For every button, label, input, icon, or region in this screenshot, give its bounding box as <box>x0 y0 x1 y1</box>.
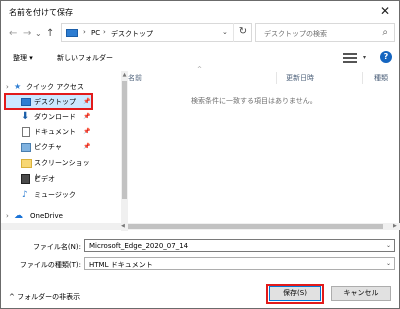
column-divider[interactable] <box>276 72 277 84</box>
help-icon[interactable]: ? <box>380 51 392 63</box>
filename-label: ファイル名(N): <box>32 243 81 251</box>
cancel-button[interactable]: キャンセル <box>331 286 391 301</box>
sidebar-item-label: ミュージック <box>34 191 76 199</box>
search-placeholder: デスクトップの検索 <box>264 30 327 38</box>
search-input[interactable]: デスクトップの検索 ⌕ <box>255 23 395 42</box>
empty-message: 検索条件に一致する項目はありません。 <box>191 97 317 105</box>
filetype-dropdown-icon[interactable]: ⌄ <box>386 260 391 267</box>
file-list[interactable]: 名前 更新日時 種類 <box>128 71 399 231</box>
download-icon: ⬇ <box>21 111 30 122</box>
expand-icon[interactable]: › <box>6 209 9 223</box>
save-button[interactable]: 保存(S) <box>269 286 321 301</box>
title-bar: 名前を付けて保存 ✕ <box>1 1 399 23</box>
sidebar-item-downloads[interactable]: ⬇ ダウンロード 📌 <box>19 110 94 124</box>
pin-icon[interactable]: 📌 <box>83 95 90 109</box>
folder-icon <box>21 159 32 168</box>
scroll-up-icon[interactable]: ▲ <box>121 72 128 78</box>
breadcrumb-pc[interactable]: PC <box>91 29 100 37</box>
pin-icon[interactable]: 📌 <box>83 110 90 124</box>
horizontal-scrollbar[interactable]: ◀ ▶ <box>1 223 400 230</box>
sidebar-item-screenshots[interactable]: スクリーンショット <box>19 156 94 181</box>
sidebar-item-onedrive[interactable]: › ☁ OneDrive <box>6 209 116 223</box>
save-as-dialog: 名前を付けて保存 ✕ ← → ⌄ ↑ › PC › デスクトップ ⌄ ↻ デスク… <box>0 0 400 309</box>
sidebar-item-label: ダウンロード <box>34 113 76 121</box>
close-icon[interactable]: ✕ <box>371 1 399 22</box>
sidebar-item-label: ビデオ <box>34 175 55 183</box>
sort-arrow-icon: ^ <box>197 66 203 73</box>
breadcrumb-desktop[interactable]: デスクトップ <box>111 29 153 39</box>
column-header-type[interactable]: 種類 <box>374 71 388 85</box>
organize-button[interactable]: 整理 ▾ <box>13 53 33 63</box>
sidebar-item-quick-access[interactable]: › ★ クイック アクセス <box>6 80 116 94</box>
up-icon[interactable]: ↑ <box>46 27 54 41</box>
video-icon <box>21 174 30 184</box>
search-icon: ⌕ <box>382 27 388 38</box>
sidebar-item-label: クイック アクセス <box>26 83 84 91</box>
window-title: 名前を付けて保存 <box>9 8 73 17</box>
new-folder-button[interactable]: 新しいフォルダー <box>57 53 113 63</box>
filename-value: Microsoft_Edge_2020_07_14 <box>89 242 189 250</box>
column-divider[interactable] <box>362 72 363 84</box>
sidebar-item-desktop[interactable]: デスクトップ 📌 <box>19 95 93 109</box>
filetype-select[interactable]: HTML ドキュメント ⌄ <box>84 257 395 270</box>
sidebar-item-label: ピクチャ <box>34 143 62 151</box>
forward-icon[interactable]: → <box>23 27 31 41</box>
sidebar-item-label: OneDrive <box>30 212 63 220</box>
hide-folders-toggle[interactable]: ^ フォルダーの非表示 <box>9 292 80 302</box>
cloud-icon: ☁ <box>14 211 23 221</box>
back-icon[interactable]: ← <box>9 27 17 41</box>
music-icon: ♪ <box>22 190 28 200</box>
sidebar-item-documents[interactable]: ドキュメント 📌 <box>19 125 94 139</box>
filetype-label: ファイルの種類(T): <box>19 261 81 269</box>
breadcrumb-separator-icon[interactable]: › <box>83 28 86 36</box>
filename-input[interactable]: Microsoft_Edge_2020_07_14 ⌄ <box>84 239 395 252</box>
filename-dropdown-icon[interactable]: ⌄ <box>386 242 391 249</box>
view-options-icon[interactable] <box>343 53 357 63</box>
desktop-icon <box>21 98 31 106</box>
column-header-name[interactable]: 名前 <box>128 71 142 85</box>
expand-icon[interactable]: › <box>6 80 9 94</box>
pin-icon[interactable]: 📌 <box>83 125 90 139</box>
sidebar-item-music[interactable]: ♪ ミュージック <box>19 188 94 202</box>
sidebar-item-label: ドキュメント <box>34 128 76 136</box>
sidebar-item-label: デスクトップ <box>34 98 76 106</box>
address-dropdown-icon[interactable]: ⌄ <box>222 28 228 36</box>
view-dropdown-icon[interactable]: ▾ <box>363 54 366 61</box>
scrollbar-thumb[interactable] <box>128 224 383 229</box>
column-header-modified[interactable]: 更新日時 <box>286 71 314 85</box>
address-bar[interactable]: › PC › デスクトップ ⌄ <box>61 23 252 42</box>
document-icon <box>22 127 30 137</box>
scroll-right-icon[interactable]: ▶ <box>393 223 397 229</box>
sidebar-item-videos[interactable]: ビデオ <box>19 172 94 186</box>
breadcrumb-separator-icon[interactable]: › <box>103 28 106 36</box>
refresh-icon[interactable]: ↻ <box>233 23 252 42</box>
history-dropdown-icon[interactable]: ⌄ <box>35 27 42 41</box>
sidebar-item-pictures[interactable]: ピクチャ 📌 <box>19 140 94 154</box>
navigation-scrollbar[interactable]: ▲ ▼ <box>121 71 128 231</box>
picture-icon <box>21 143 31 152</box>
pin-icon[interactable]: 📌 <box>83 140 90 154</box>
pc-icon <box>66 29 78 37</box>
filetype-value: HTML ドキュメント <box>89 261 153 269</box>
scrollbar-thumb[interactable] <box>122 81 127 199</box>
star-icon: ★ <box>14 82 22 91</box>
scroll-left-icon[interactable]: ◀ <box>121 223 125 229</box>
